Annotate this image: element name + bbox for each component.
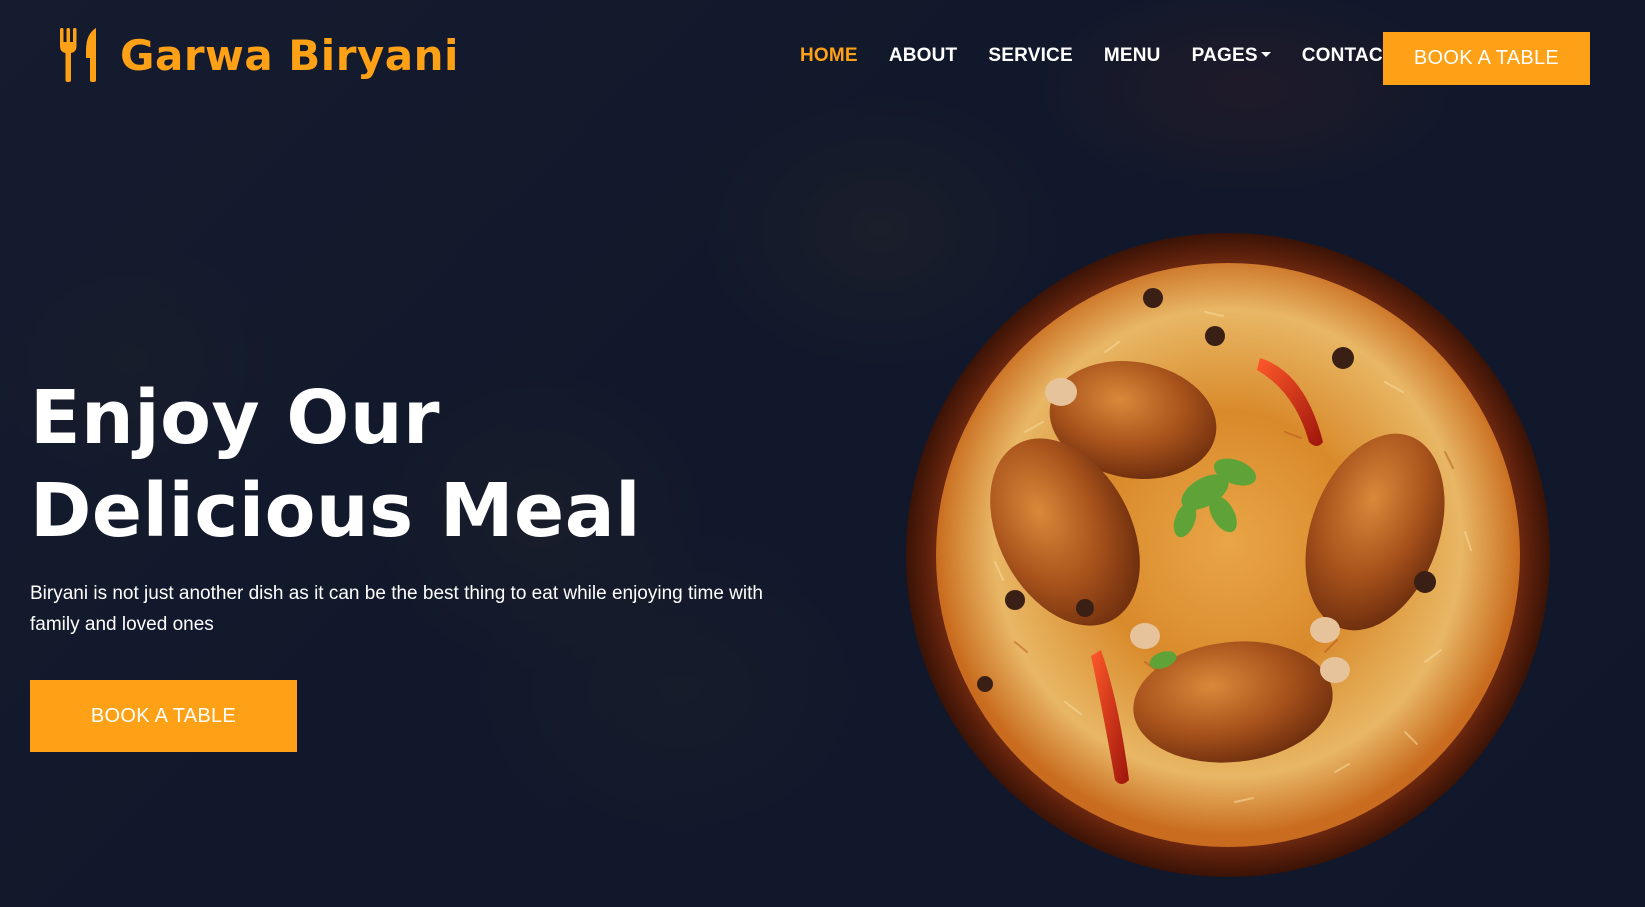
biryani-plate-image [905,232,1551,878]
nav-item-contact[interactable]: CONTACT [1302,45,1395,67]
hero-book-table-button[interactable]: BOOK A TABLE [30,680,297,752]
brand-name: Garwa Biryani [120,30,459,80]
brand-logo-link[interactable]: Garwa Biryani [58,28,459,82]
nav-item-pages-dropdown[interactable]: PAGES [1192,45,1271,67]
nav-book-table-button[interactable]: BOOK A TABLE [1383,32,1590,85]
hero-section: Garwa Biryani HOME ABOUT SERVICE MENU PA… [0,0,1645,907]
hero-content: Enjoy Our Delicious Meal Biryani is not … [30,372,830,752]
nav-item-home[interactable]: HOME [800,45,858,67]
utensils-icon [60,28,96,82]
main-nav: HOME ABOUT SERVICE MENU PAGES CONTACT [800,45,1426,67]
navbar: Garwa Biryani HOME ABOUT SERVICE MENU PA… [0,0,1645,118]
nav-item-menu[interactable]: MENU [1104,45,1161,67]
caret-down-icon [1260,51,1271,57]
hero-title: Enjoy Our Delicious Meal [30,375,642,554]
hero-description: Biryani is not just another dish as it c… [30,583,763,635]
nav-item-pages-label: PAGES [1191,45,1258,66]
nav-item-service[interactable]: SERVICE [988,45,1072,67]
nav-item-about[interactable]: ABOUT [889,45,958,67]
